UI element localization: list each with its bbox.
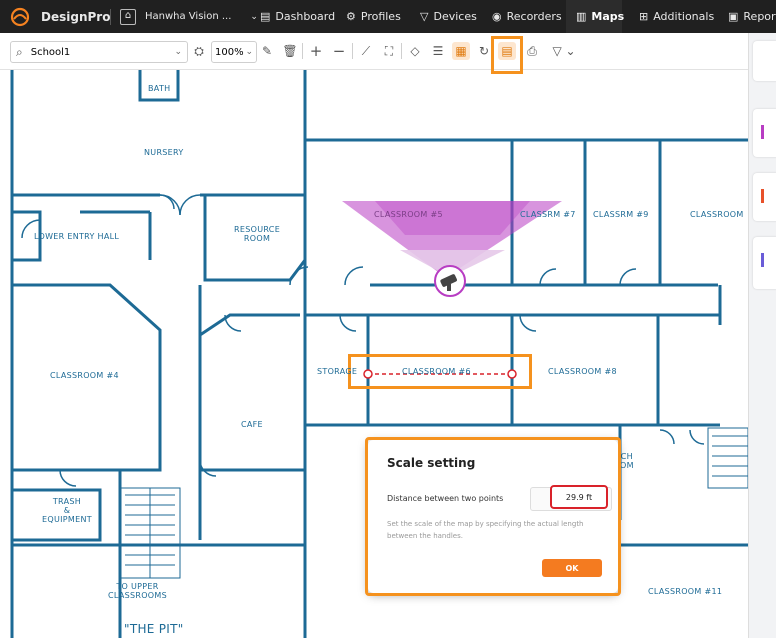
- room-label-classrm-7: CLASSRM #7: [520, 210, 576, 219]
- print-icon: ⎙: [527, 43, 537, 58]
- image-settings-icon: ⛭: [194, 43, 204, 58]
- map-image-button[interactable]: ⛭: [190, 42, 208, 60]
- eraser-icon: ◇: [410, 44, 420, 58]
- tab-dashboard[interactable]: ▤ Dashboard: [260, 0, 335, 33]
- plus-icon: +: [309, 42, 323, 60]
- brand[interactable]: DesignPro: [10, 0, 110, 33]
- room-label-partial: CH OM: [620, 452, 634, 470]
- panel-card[interactable]: [753, 173, 776, 221]
- tab-label: Dashboard: [275, 10, 336, 23]
- top-navigation-bar: DesignPro ⌂ Hanwha Vision ... ⌄ ▤ Dashbo…: [0, 0, 776, 33]
- maps-icon: ▥: [576, 10, 587, 23]
- room-label-classroom-5: CLASSROOM #5: [374, 210, 443, 219]
- home-icon: ⌂: [120, 8, 136, 25]
- profiles-icon: ⚙: [346, 10, 356, 23]
- room-label-the-pit: "THE PIT": [124, 622, 184, 636]
- report-icon: ▣: [728, 10, 739, 23]
- pencil-icon: ✎: [261, 44, 273, 58]
- right-panel: [748, 33, 776, 638]
- tab-label: Report: [743, 10, 776, 23]
- recorders-icon: ◉: [492, 10, 502, 23]
- room-label-classroom-8: CLASSROOM #8: [548, 367, 617, 376]
- map-select-value: School1: [30, 46, 71, 58]
- dialog-highlight: [365, 437, 621, 596]
- print-button[interactable]: ⎙: [523, 42, 541, 60]
- rotate-icon: ↻: [478, 44, 490, 58]
- delete-button[interactable]: 🗑: [281, 42, 299, 60]
- panel-card[interactable]: [753, 109, 776, 157]
- line-icon: ⟋: [361, 43, 371, 58]
- tab-devices[interactable]: ▽ Devices: [420, 0, 477, 33]
- layer-icon: ▽ ⌄: [552, 44, 576, 58]
- edit-button[interactable]: ✎: [258, 42, 276, 60]
- project-selector[interactable]: ⌂ Hanwha Vision ... ⌄: [120, 0, 258, 33]
- item-color-marker: [761, 125, 764, 139]
- zoom-select[interactable]: 100% ⌄: [211, 41, 257, 63]
- tab-report[interactable]: ▣ Report: [728, 0, 776, 33]
- zoom-value: 100%: [215, 46, 244, 58]
- grid-icon: ▦: [455, 44, 467, 58]
- trash-icon: 🗑: [282, 44, 298, 58]
- tab-maps[interactable]: ▥ Maps: [576, 0, 624, 33]
- room-label-classroom-right: CLASSROOM: [690, 210, 744, 219]
- tab-label: Devices: [433, 10, 477, 23]
- wall-button[interactable]: ☰: [429, 42, 447, 60]
- devices-icon: ▽: [420, 10, 429, 23]
- room-label-bath: BATH: [148, 84, 171, 93]
- tab-label: Recorders: [506, 10, 562, 23]
- draw-line-button[interactable]: ⟋: [357, 42, 375, 60]
- chevron-down-icon: ⌄: [174, 47, 182, 57]
- room-label-classroom-6: CLASSROOM #6: [402, 367, 471, 376]
- room-label-to-upper-classrooms: TO UPPER CLASSROOMS: [108, 582, 167, 600]
- panel-card[interactable]: [753, 237, 776, 289]
- chevron-down-icon: ⌄: [250, 11, 258, 22]
- room-label-trash-equipment: TRASH & EQUIPMENT: [42, 497, 92, 524]
- wall-icon: ☰: [432, 44, 444, 58]
- map-toolbar: ⌕ School1 ⌄ ⛭ 100% ⌄ ✎ 🗑 + − ⟋ ⛶ ◇ ☰ ▦ ↻…: [0, 33, 748, 70]
- eraser-button[interactable]: ◇: [406, 42, 424, 60]
- room-label-classroom-11: CLASSROOM #11: [648, 587, 723, 596]
- project-name: Hanwha Vision ...: [145, 11, 232, 22]
- room-label-resource-room: RESOURCE ROOM: [234, 225, 281, 243]
- minus-icon: −: [332, 42, 346, 60]
- scale-button-highlight: [491, 36, 523, 74]
- fit-button[interactable]: ⛶: [380, 42, 398, 60]
- hanwha-logo-icon: [10, 7, 30, 26]
- room-label-cafe: CAFE: [241, 420, 263, 429]
- room-label-storage: STORAGE: [317, 367, 358, 376]
- layer-button[interactable]: ▽ ⌄: [546, 42, 582, 60]
- item-color-marker: [761, 189, 764, 203]
- map-select[interactable]: ⌕ School1 ⌄: [10, 41, 188, 63]
- additionals-icon: ⊞: [639, 10, 649, 23]
- dashboard-icon: ▤: [260, 10, 271, 23]
- tab-recorders[interactable]: ◉ Recorders: [492, 0, 562, 33]
- tab-label: Additionals: [653, 10, 715, 23]
- tab-additionals[interactable]: ⊞ Additionals: [639, 0, 714, 33]
- panel-card[interactable]: [753, 41, 776, 81]
- fit-screen-icon: ⛶: [384, 43, 394, 58]
- tab-label: Maps: [591, 10, 625, 23]
- item-color-marker: [761, 253, 764, 267]
- zoom-out-button[interactable]: −: [330, 42, 348, 60]
- zoom-in-button[interactable]: +: [307, 42, 325, 60]
- room-label-classroom-4: CLASSROOM #4: [50, 371, 119, 380]
- room-label-classrm-9: CLASSRM #9: [593, 210, 649, 219]
- chevron-down-icon: ⌄: [245, 47, 253, 57]
- room-label-nursery: NURSERY: [144, 148, 184, 157]
- grid-button[interactable]: ▦: [452, 42, 470, 60]
- brand-name: DesignPro: [41, 9, 111, 24]
- tab-profiles[interactable]: ⚙ Profiles: [346, 0, 401, 33]
- room-label-lower-entry-hall: LOWER ENTRY HALL: [34, 232, 120, 241]
- tab-label: Profiles: [360, 10, 401, 23]
- search-icon: ⌕: [16, 44, 23, 59]
